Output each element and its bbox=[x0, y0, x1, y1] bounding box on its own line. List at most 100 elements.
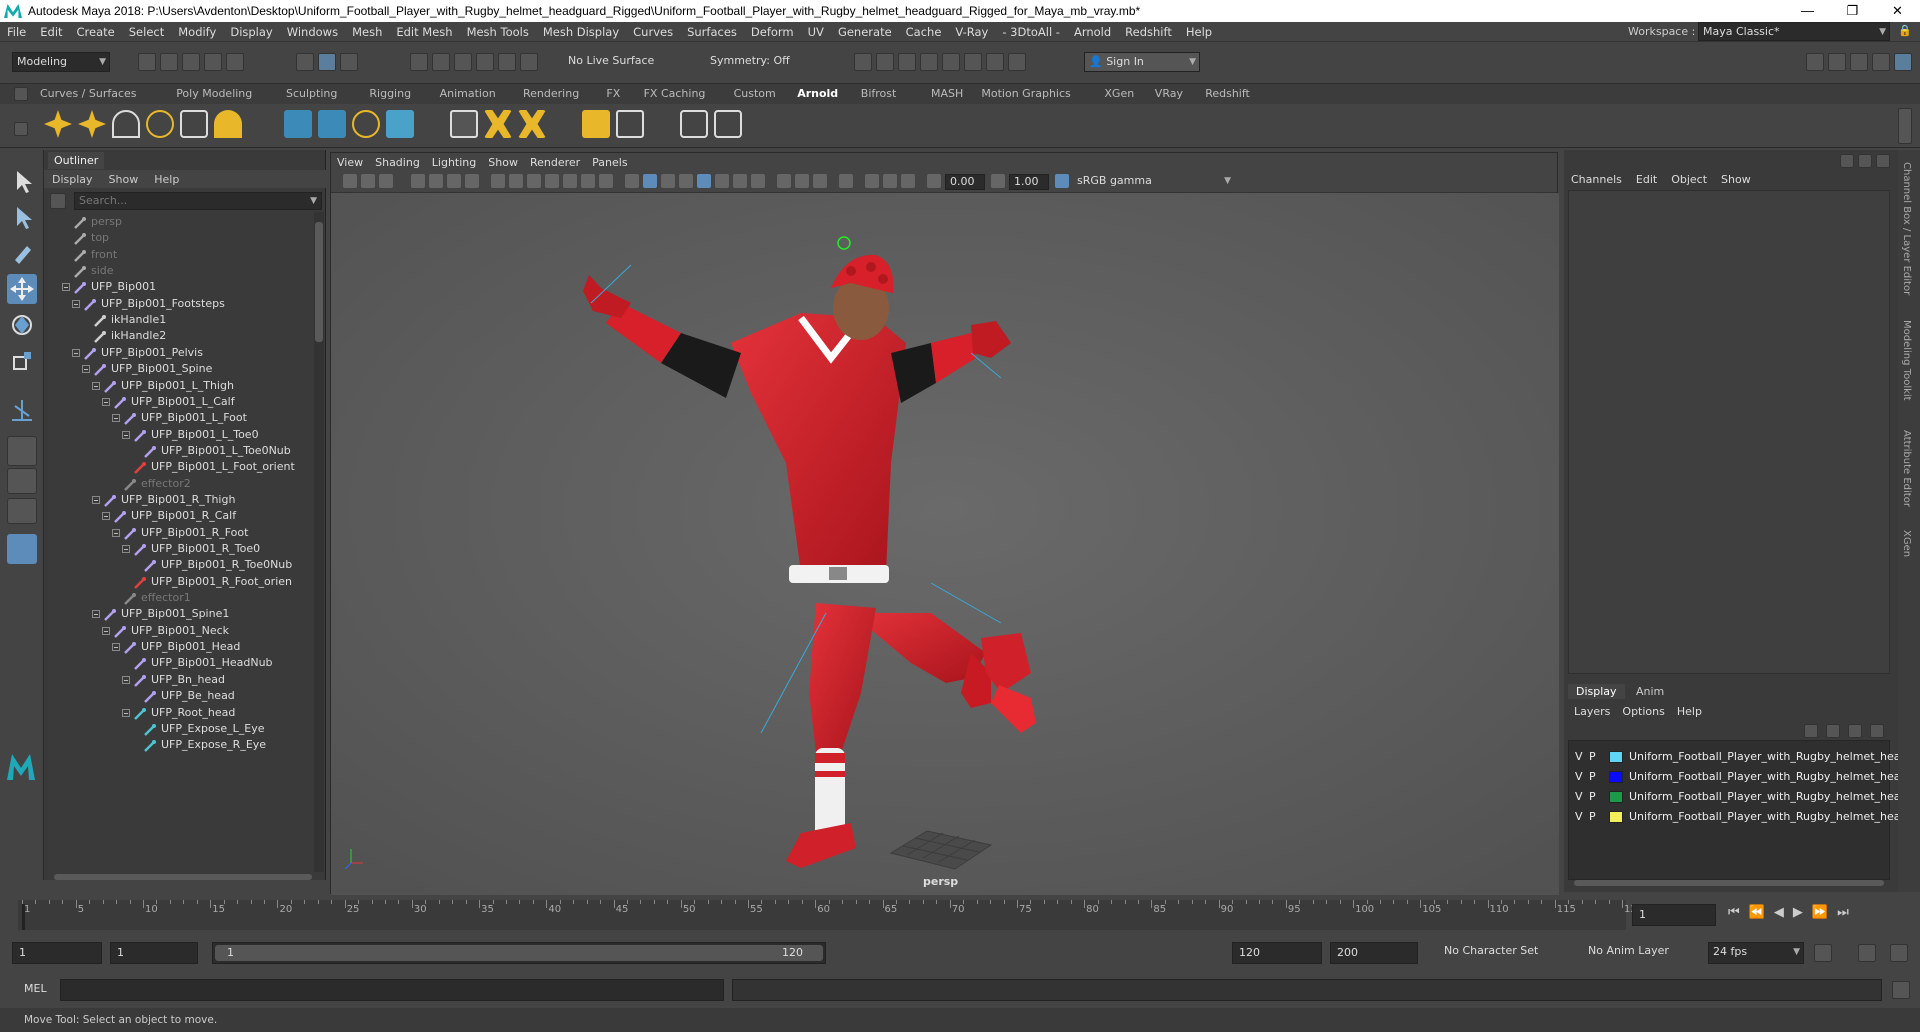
menu-item-uv[interactable]: UV bbox=[801, 25, 831, 39]
select-object-icon[interactable] bbox=[318, 53, 336, 71]
shelf-tab-fx-caching[interactable]: FX Caching bbox=[644, 87, 706, 103]
tool-settings-icon[interactable] bbox=[1872, 53, 1890, 71]
expand-toggle-icon[interactable] bbox=[122, 675, 130, 684]
ipr-render-icon[interactable] bbox=[898, 53, 916, 71]
side-tab-modeling-toolkit[interactable]: Modeling Toolkit bbox=[1901, 320, 1912, 401]
expand-toggle-icon[interactable] bbox=[122, 545, 130, 553]
xray-components-icon[interactable] bbox=[901, 174, 915, 188]
workspace-dropdown[interactable]: Maya Classic* ▼ bbox=[1698, 22, 1890, 41]
time-slider-track[interactable]: 1 5 10 15 20 25 30 35 40 45 50 55 60 65 70 75 80 85 90 95 10… bbox=[18, 900, 1643, 930]
new-empty-layer-icon[interactable] bbox=[1848, 724, 1862, 738]
script-editor-icon[interactable] bbox=[1892, 981, 1910, 999]
layer-color-swatch[interactable] bbox=[1609, 771, 1623, 783]
expand-toggle-icon[interactable] bbox=[102, 626, 110, 635]
render-setup-icon[interactable] bbox=[964, 53, 982, 71]
viewport-menu-view[interactable]: View bbox=[331, 156, 369, 169]
menu-item-windows[interactable]: Windows bbox=[280, 25, 345, 39]
expand-toggle-icon[interactable] bbox=[92, 610, 100, 619]
menu-item-redshift[interactable]: Redshift bbox=[1118, 25, 1179, 39]
shelf-tab-custom[interactable]: Custom bbox=[734, 87, 776, 103]
image-plane-icon[interactable] bbox=[429, 174, 443, 188]
last-tool-icon[interactable] bbox=[7, 396, 37, 426]
shelf-tab-motion-graphics[interactable]: Motion Graphics bbox=[981, 87, 1070, 103]
light-editor-icon[interactable] bbox=[986, 53, 1004, 71]
channel-menu-edit[interactable]: Edit bbox=[1629, 173, 1664, 186]
motion-blur-icon[interactable] bbox=[777, 174, 791, 188]
expand-toggle-icon[interactable] bbox=[122, 430, 130, 439]
channel-menu-show[interactable]: Show bbox=[1714, 173, 1758, 186]
menu-item-mesh-display[interactable]: Mesh Display bbox=[536, 25, 626, 39]
camera-attributes-icon[interactable] bbox=[379, 174, 393, 188]
tool-settings-toggle-icon[interactable] bbox=[1876, 154, 1890, 168]
move-tool-icon[interactable] bbox=[7, 274, 37, 304]
arnold-volume-icon[interactable] bbox=[386, 110, 414, 138]
shelf-scroll[interactable] bbox=[1898, 108, 1912, 144]
display-layer-row[interactable]: V P Uniform_Football_Player_with_Rugby_hel… bbox=[1569, 747, 1914, 767]
snap-grid-icon[interactable] bbox=[410, 53, 428, 71]
menu-item-arnold[interactable]: Arnold bbox=[1067, 25, 1118, 39]
shelf-tab-redshift[interactable]: Redshift bbox=[1205, 87, 1250, 103]
side-tab-channel-box[interactable]: Channel Box / Layer Editor bbox=[1901, 162, 1912, 295]
viewport-menu-lighting[interactable]: Lighting bbox=[426, 156, 482, 169]
save-scene-icon[interactable] bbox=[182, 53, 200, 71]
playback-toggle[interactable]: P bbox=[1589, 767, 1596, 787]
viewport-canvas[interactable]: persp bbox=[331, 193, 1559, 895]
expand-toggle-icon[interactable] bbox=[72, 299, 80, 308]
menu-item-mesh[interactable]: Mesh bbox=[345, 25, 389, 39]
snap-surface-icon[interactable] bbox=[498, 53, 516, 71]
menu-item-cache[interactable]: Cache bbox=[899, 25, 949, 39]
arnold-render-view-icon[interactable] bbox=[680, 110, 708, 138]
select-hierarchy-icon[interactable] bbox=[296, 53, 314, 71]
select-tool-icon[interactable] bbox=[7, 166, 37, 196]
select-component-icon[interactable] bbox=[340, 53, 358, 71]
visibility-toggle[interactable]: V bbox=[1575, 787, 1583, 807]
expand-toggle-icon[interactable] bbox=[112, 528, 120, 537]
shelf-tab-xgen[interactable]: XGen bbox=[1104, 87, 1134, 103]
screen-space-ao-icon[interactable] bbox=[751, 174, 765, 188]
use-all-lights-icon[interactable] bbox=[715, 174, 729, 188]
viewport-menu-shading[interactable]: Shading bbox=[369, 156, 426, 169]
command-input[interactable] bbox=[60, 979, 724, 1001]
arnold-mesh-light-icon[interactable] bbox=[78, 110, 106, 138]
close-button[interactable]: ✕ bbox=[1875, 0, 1920, 22]
gamma-icon[interactable] bbox=[991, 174, 1005, 188]
arnold-curve-collector-icon[interactable] bbox=[352, 110, 380, 138]
sign-in-button[interactable]: 👤 Sign In ▼ bbox=[1084, 52, 1200, 72]
render-current-icon[interactable] bbox=[876, 53, 894, 71]
wireframe-on-shaded-icon[interactable] bbox=[661, 174, 675, 188]
current-frame-field[interactable]: 1 bbox=[1632, 904, 1716, 926]
modeling-toolkit-icon[interactable] bbox=[1806, 53, 1824, 71]
menu-item-deform[interactable]: Deform bbox=[744, 25, 801, 39]
outliner-menu-show[interactable]: Show bbox=[101, 173, 147, 186]
outliner-scroll-thumb[interactable] bbox=[315, 222, 323, 342]
shelf-tab-vray[interactable]: VRay bbox=[1155, 87, 1183, 103]
layers-hscrollbar[interactable] bbox=[1574, 880, 1884, 886]
snap-view-icon[interactable] bbox=[476, 53, 494, 71]
outliner-scrollbar[interactable] bbox=[314, 212, 324, 872]
viewport-menu-renderer[interactable]: Renderer bbox=[524, 156, 586, 169]
arnold-flush-textures-icon[interactable] bbox=[484, 110, 512, 138]
xray-icon[interactable] bbox=[865, 174, 879, 188]
character-controls-icon[interactable] bbox=[1828, 53, 1846, 71]
smooth-shade-icon[interactable] bbox=[643, 174, 657, 188]
safe-action-icon[interactable] bbox=[581, 174, 595, 188]
exposure-icon[interactable] bbox=[927, 174, 941, 188]
animation-start-field[interactable]: 1 bbox=[12, 942, 102, 964]
snap-curve-icon[interactable] bbox=[432, 53, 450, 71]
menu-item-modify[interactable]: Modify bbox=[171, 25, 223, 39]
menu-item-create[interactable]: Create bbox=[70, 25, 122, 39]
arnold-play-render-icon[interactable] bbox=[714, 110, 742, 138]
menu-item-edit[interactable]: Edit bbox=[33, 25, 69, 39]
playback-start-field[interactable]: 1 bbox=[110, 942, 198, 964]
side-tab-xgen[interactable]: XGen bbox=[1901, 530, 1912, 557]
visibility-toggle[interactable]: V bbox=[1575, 767, 1583, 787]
arnold-area-light-icon[interactable] bbox=[44, 110, 72, 138]
expand-toggle-icon[interactable] bbox=[92, 495, 100, 504]
gamma-field[interactable]: 1.00 bbox=[1009, 174, 1049, 190]
minimize-button[interactable]: — bbox=[1785, 0, 1830, 22]
shelf-tab-sculpting[interactable]: Sculpting bbox=[286, 87, 337, 103]
filter-icon[interactable] bbox=[50, 193, 66, 209]
channel-box-area[interactable] bbox=[1568, 190, 1890, 674]
exposure-field[interactable]: 0.00 bbox=[945, 174, 985, 190]
expand-toggle-icon[interactable] bbox=[112, 414, 120, 423]
